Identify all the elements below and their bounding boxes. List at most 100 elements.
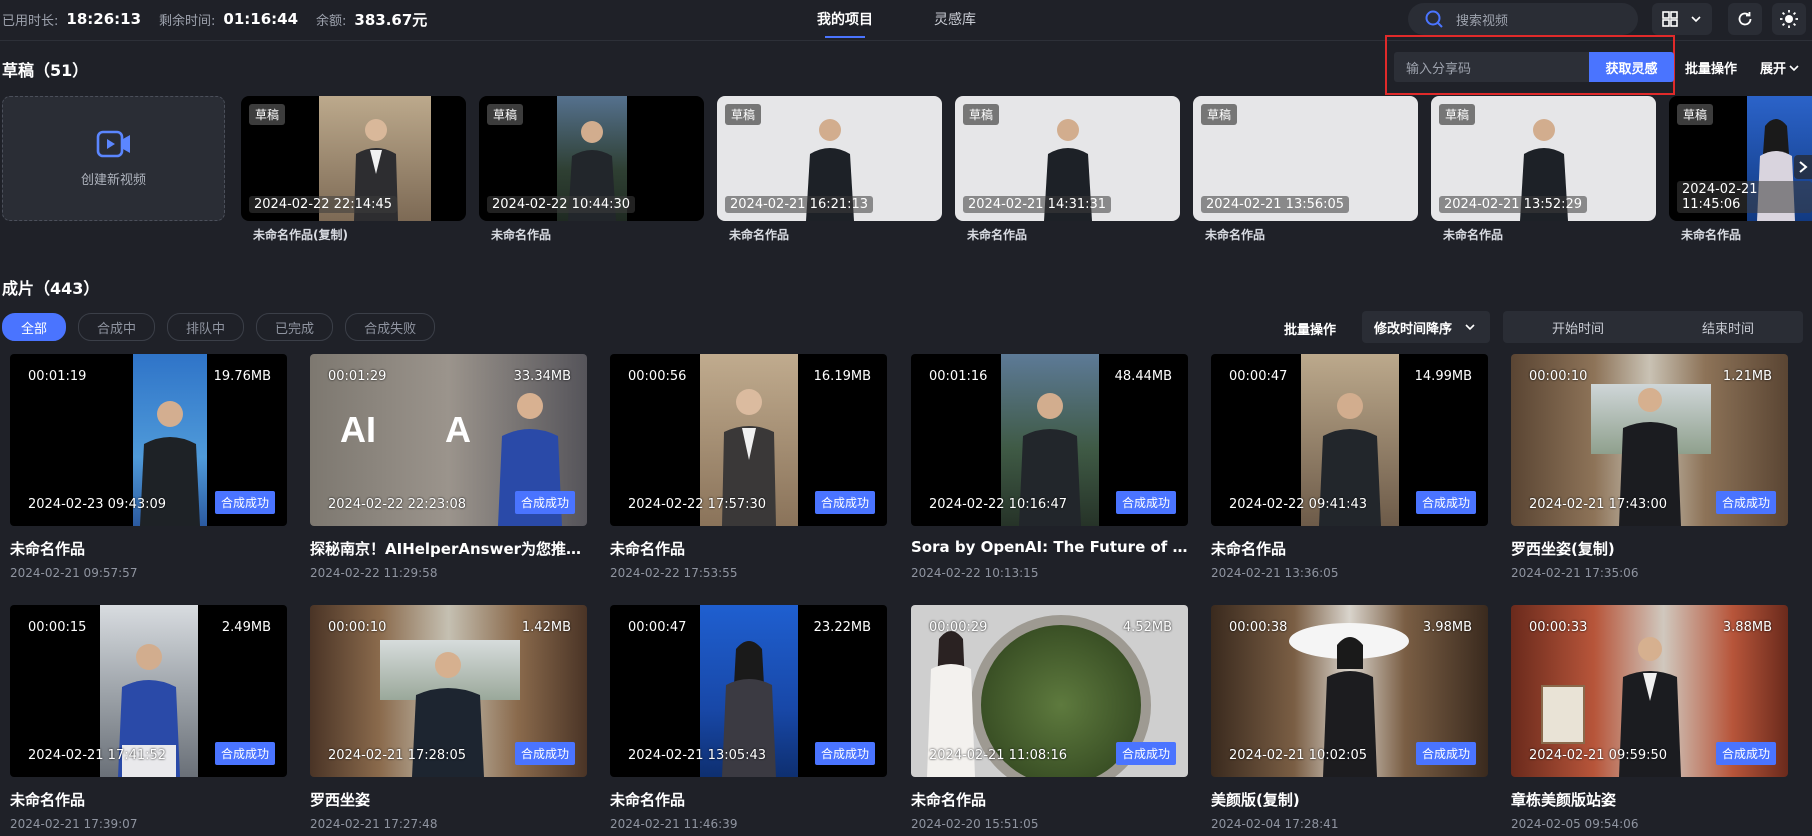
filter-all[interactable]: 全部 bbox=[2, 313, 67, 341]
video-duration: 00:01:16 bbox=[929, 369, 988, 384]
search-box[interactable]: 搜索视频 bbox=[1408, 3, 1638, 35]
remaining-time-label: 剩余时间: bbox=[159, 13, 216, 29]
draft-name: 未命名作品 bbox=[1205, 228, 1266, 242]
video-title[interactable]: 罗西坐姿 bbox=[310, 789, 587, 810]
refresh-button[interactable] bbox=[1728, 3, 1762, 35]
thumbnail-ai-text: A bbox=[445, 409, 471, 450]
video-modified-time: 2024-02-21 09:57:57 bbox=[10, 566, 138, 580]
drafts-title: 草稿（51） bbox=[2, 61, 89, 80]
status-badge: 合成成功 bbox=[1715, 491, 1776, 514]
video-card[interactable]: 00:01:16 48.44MB 2024-02-22 10:16:47 合成成… bbox=[911, 354, 1188, 526]
used-time-label: 已用时长: bbox=[2, 13, 59, 29]
drafts-scroll-right-button[interactable] bbox=[1794, 155, 1812, 179]
video-date: 2024-02-21 11:08:16 bbox=[929, 748, 1068, 763]
video-duration: 00:00:10 bbox=[1529, 369, 1588, 384]
video-size: 1.21MB bbox=[1722, 369, 1772, 384]
date-range-picker[interactable]: 开始时间 结束时间 bbox=[1503, 311, 1803, 343]
expand-label: 展开 bbox=[1760, 62, 1787, 77]
video-title[interactable]: 未命名作品 bbox=[10, 789, 287, 810]
filter-synthesizing[interactable]: 合成中 bbox=[78, 313, 156, 341]
get-inspiration-button[interactable]: 获取灵感 bbox=[1589, 52, 1674, 82]
share-code-input[interactable]: 输入分享码 bbox=[1394, 52, 1589, 82]
balance-value: 383.67元 bbox=[354, 10, 428, 29]
create-new-video-card[interactable]: 创建新视频 bbox=[2, 96, 225, 221]
draft-card[interactable]: 草稿 2024-02-21 16:21:13 bbox=[717, 96, 942, 221]
video-title[interactable]: 未命名作品 bbox=[10, 538, 287, 559]
video-size: 2.49MB bbox=[221, 620, 271, 635]
thumbnail-ai-text: AI bbox=[340, 409, 376, 450]
theme-toggle-button[interactable] bbox=[1772, 3, 1806, 35]
wall-frame bbox=[1541, 685, 1585, 744]
video-card[interactable]: 00:00:38 3.98MB 2024-02-21 10:02:05 合成成功 bbox=[1211, 605, 1488, 777]
video-modified-time: 2024-02-21 17:39:07 bbox=[10, 817, 138, 831]
draft-card[interactable]: 草稿 2024-02-22 22:14:45 bbox=[241, 96, 466, 221]
video-card[interactable]: 00:00:47 23.22MB 2024-02-21 13:05:43 合成成… bbox=[610, 605, 887, 777]
video-card[interactable]: 00:00:29 4.52MB 2024-02-21 11:08:16 合成成功 bbox=[911, 605, 1188, 777]
drafts-expand-button[interactable]: 展开 bbox=[1760, 58, 1799, 77]
video-size: 23.22MB bbox=[813, 620, 871, 635]
create-new-video-label: 创建新视频 bbox=[80, 173, 146, 188]
video-card[interactable]: 00:00:47 14.99MB 2024-02-22 09:41:43 合成成… bbox=[1211, 354, 1488, 526]
usage-stats: 已用时长: 18:26:13 剩余时间: 01:16:44 余额: 383.67… bbox=[2, 0, 445, 38]
filter-failed[interactable]: 合成失败 bbox=[345, 313, 436, 341]
video-card[interactable]: AI A 00:01:29 33.34MB 2024-02-22 22:23:0… bbox=[310, 354, 587, 526]
video-title[interactable]: 未命名作品 bbox=[610, 538, 887, 559]
draft-name: 未命名作品 bbox=[1681, 228, 1742, 242]
start-time-field[interactable]: 开始时间 bbox=[1503, 318, 1653, 337]
video-title[interactable]: 未命名作品 bbox=[911, 789, 1188, 810]
video-duration: 00:00:47 bbox=[1229, 369, 1288, 384]
video-duration: 00:00:56 bbox=[628, 369, 687, 384]
draft-card[interactable]: 草稿 2024-02-21 11:45:06 bbox=[1669, 96, 1812, 221]
video-title[interactable]: 罗西坐姿(复制) bbox=[1511, 538, 1788, 559]
sort-select[interactable]: 修改时间降序 bbox=[1362, 311, 1490, 343]
video-card[interactable]: 00:01:19 19.76MB 2024-02-23 09:43:09 合成成… bbox=[10, 354, 287, 526]
filter-queued[interactable]: 排队中 bbox=[167, 313, 245, 341]
chevron-down-icon bbox=[1789, 64, 1799, 71]
draft-card[interactable]: 草稿 2024-02-21 14:31:31 bbox=[955, 96, 1180, 221]
video-card[interactable]: 00:00:33 3.88MB 2024-02-21 09:59:50 合成成功 bbox=[1511, 605, 1788, 777]
draft-tag: 草稿 bbox=[1439, 104, 1476, 125]
video-title[interactable]: 未命名作品 bbox=[1211, 538, 1488, 559]
draft-card[interactable]: 草稿 2024-02-22 10:44:30 bbox=[479, 96, 704, 221]
filter-completed[interactable]: 已完成 bbox=[256, 313, 334, 341]
video-duration: 00:00:29 bbox=[929, 620, 988, 635]
status-badge: 合成成功 bbox=[1115, 491, 1176, 514]
video-modified-time: 2024-02-05 09:54:06 bbox=[1511, 817, 1639, 831]
video-date: 2024-02-21 17:43:00 bbox=[1529, 497, 1668, 512]
draft-name: 未命名作品 bbox=[729, 228, 790, 242]
theme-sun-icon bbox=[1780, 10, 1798, 28]
search-icon bbox=[1425, 10, 1443, 28]
draft-tag: 草稿 bbox=[487, 104, 524, 125]
video-size: 3.88MB bbox=[1722, 620, 1772, 635]
video-modified-time: 2024-02-04 17:28:41 bbox=[1211, 817, 1339, 831]
video-card[interactable]: 00:00:56 16.19MB 2024-02-22 17:57:30 合成成… bbox=[610, 354, 887, 526]
tab-inspiration-library[interactable]: 灵感库 bbox=[900, 0, 1010, 38]
video-size: 3.98MB bbox=[1422, 620, 1472, 635]
video-title[interactable]: 未命名作品 bbox=[610, 789, 887, 810]
video-card[interactable]: 00:00:15 2.49MB 2024-02-21 17:41:52 合成成功 bbox=[10, 605, 287, 777]
status-badge: 合成成功 bbox=[1415, 491, 1476, 514]
draft-card[interactable]: 草稿 2024-02-21 13:52:29 bbox=[1431, 96, 1656, 221]
video-modified-time: 2024-02-20 15:51:05 bbox=[911, 817, 1039, 831]
draft-date: 2024-02-21 14:31:31 bbox=[963, 196, 1112, 213]
drafts-batch-button[interactable]: 批量操作 bbox=[1685, 58, 1737, 77]
draft-date: 2024-02-21 11:45:06 bbox=[1677, 181, 1812, 213]
video-size: 1.42MB bbox=[521, 620, 571, 635]
tab-my-projects[interactable]: 我的项目 bbox=[790, 0, 900, 38]
video-card[interactable]: 00:00:10 1.42MB 2024-02-21 17:28:05 合成成功 bbox=[310, 605, 587, 777]
products-batch-button[interactable]: 批量操作 bbox=[1284, 319, 1336, 338]
draft-card[interactable]: 草稿 2024-02-21 13:56:05 bbox=[1193, 96, 1418, 221]
video-title[interactable]: 美颜版(复制) bbox=[1211, 789, 1488, 810]
video-date: 2024-02-21 13:05:43 bbox=[628, 748, 767, 763]
end-time-field[interactable]: 结束时间 bbox=[1653, 318, 1803, 337]
chevron-down-icon bbox=[1691, 16, 1701, 23]
video-title[interactable]: 章栋美颜版站姿 bbox=[1511, 789, 1788, 810]
video-card[interactable]: 00:00:10 1.21MB 2024-02-21 17:43:00 合成成功 bbox=[1511, 354, 1788, 526]
video-title[interactable]: 探秘南京！AIHelperAnswer为您推荐两... bbox=[310, 538, 587, 559]
view-mode-button[interactable] bbox=[1652, 3, 1712, 35]
draft-tag: 草稿 bbox=[725, 104, 762, 125]
video-size: 14.99MB bbox=[1414, 369, 1472, 384]
draft-date: 2024-02-22 10:44:30 bbox=[487, 196, 636, 213]
video-date: 2024-02-21 10:02:05 bbox=[1229, 748, 1368, 763]
video-title[interactable]: Sora by OpenAI: The Future of Video ... bbox=[911, 538, 1188, 556]
